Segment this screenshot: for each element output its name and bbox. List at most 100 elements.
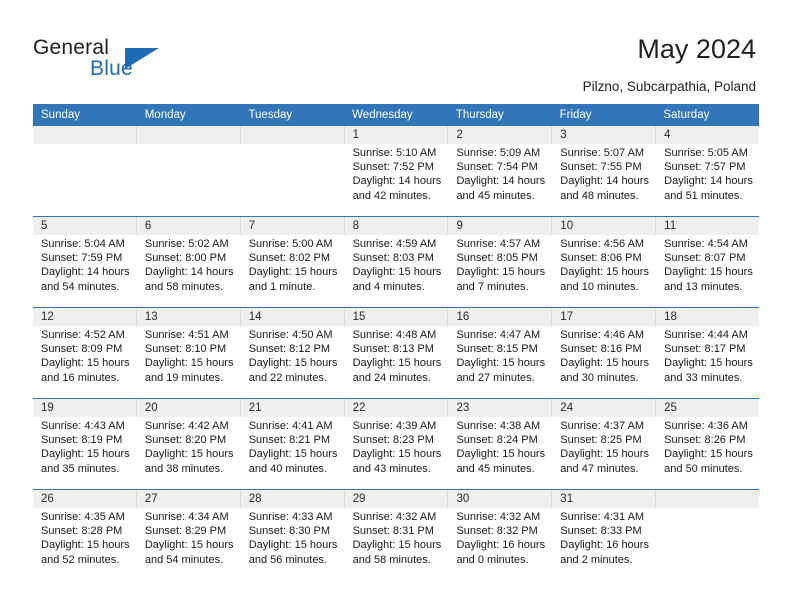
day-detail-line: and 40 minutes.	[248, 462, 327, 475]
day-number-28[interactable]: 28	[241, 490, 345, 508]
day-cell-8[interactable]: Sunrise: 4:59 AM Sunset: 8:03 PM Daylight:…	[345, 235, 449, 307]
day-cell-23[interactable]: Sunrise: 4:38 AM Sunset: 8:24 PM Daylight:…	[448, 417, 553, 489]
day-detail-line: and 2 minutes.	[560, 553, 633, 566]
day-cell-4[interactable]: Sunrise: 5:05 AM Sunset: 7:57 PM Daylight:…	[656, 144, 759, 216]
day-detail-line: and 54 minutes.	[41, 280, 120, 293]
day-number-23[interactable]: 23	[448, 399, 553, 417]
day-number-1[interactable]: 1	[345, 126, 449, 144]
day-detail-line: Daylight: 15 hours	[560, 448, 649, 461]
day-cell-17[interactable]: Sunrise: 4:46 AM Sunset: 8:16 PM Daylight:…	[552, 326, 657, 398]
day-cell-12[interactable]: Sunrise: 4:52 AM Sunset: 8:09 PM Daylight:…	[33, 326, 137, 398]
day-number-18[interactable]: 18	[656, 308, 759, 326]
day-cell-19[interactable]: Sunrise: 4:43 AM Sunset: 8:19 PM Daylight:…	[33, 417, 137, 489]
day-number-20[interactable]: 20	[137, 399, 241, 417]
day-cell-30[interactable]: Sunrise: 4:32 AM Sunset: 8:32 PM Daylight:…	[448, 508, 553, 580]
day-detail-line: and 10 minutes.	[560, 280, 639, 293]
day-cell-6[interactable]: Sunrise: 5:02 AM Sunset: 8:00 PM Daylight:…	[137, 235, 241, 307]
day-cell-2[interactable]: Sunrise: 5:09 AM Sunset: 7:54 PM Daylight:…	[448, 144, 553, 216]
day-cell-29[interactable]: Sunrise: 4:32 AM Sunset: 8:31 PM Daylight:…	[345, 508, 449, 580]
day-detail-line: Sunrise: 4:52 AM	[41, 329, 125, 341]
day-detail-line: and 30 minutes.	[560, 371, 639, 384]
weekday-header-tuesday: Tuesday	[248, 109, 293, 121]
day-number-11[interactable]: 11	[656, 217, 759, 235]
day-number-26[interactable]: 26	[33, 490, 137, 508]
day-number-25[interactable]: 25	[656, 399, 759, 417]
day-number-24[interactable]: 24	[552, 399, 657, 417]
day-detail-line: and 0 minutes.	[456, 553, 529, 566]
day-number-9[interactable]: 9	[448, 217, 553, 235]
day-cell-5[interactable]: Sunrise: 5:04 AM Sunset: 7:59 PM Daylight:…	[33, 235, 137, 307]
day-number-empty	[656, 490, 759, 508]
day-detail-line: Daylight: 15 hours	[352, 539, 442, 552]
day-detail-line: Sunset: 8:16 PM	[560, 343, 642, 356]
day-cell-26[interactable]: Sunrise: 4:35 AM Sunset: 8:28 PM Daylight:…	[33, 508, 137, 580]
day-detail-line: Daylight: 14 hours	[144, 266, 234, 279]
calendar-grid: Sunday Monday Tuesday Wednesday Thursday Frid…	[33, 104, 759, 580]
day-number-3[interactable]: 3	[552, 126, 657, 144]
day-detail-line: Sunset: 8:21 PM	[248, 434, 331, 447]
day-detail-line: Sunset: 7:54 PM	[456, 161, 538, 174]
day-number-10[interactable]: 10	[552, 217, 657, 235]
day-cell-9[interactable]: Sunrise: 4:57 AM Sunset: 8:05 PM Daylight:…	[448, 235, 553, 307]
day-cell-14[interactable]: Sunrise: 4:50 AM Sunset: 8:12 PM Daylight:…	[241, 326, 345, 398]
day-cell-16[interactable]: Sunrise: 4:47 AM Sunset: 8:15 PM Daylight:…	[448, 326, 553, 398]
day-detail-line: Sunrise: 4:38 AM	[456, 420, 541, 432]
day-cell-22[interactable]: Sunrise: 4:39 AM Sunset: 8:23 PM Daylight:…	[345, 417, 449, 489]
day-cell-7[interactable]: Sunrise: 5:00 AM Sunset: 8:02 PM Daylight:…	[241, 235, 345, 307]
day-number-15[interactable]: 15	[345, 308, 449, 326]
day-number-17[interactable]: 17	[552, 308, 657, 326]
week-detail-band: Sunrise: 5:04 AM Sunset: 7:59 PM Daylight:…	[33, 235, 759, 307]
day-number-14[interactable]: 14	[241, 308, 345, 326]
day-number-19[interactable]: 19	[33, 399, 137, 417]
day-cell-11[interactable]: Sunrise: 4:54 AM Sunset: 8:07 PM Daylight:…	[656, 235, 759, 307]
calendar-week-row: 19 20 21 22 23 24 25 Sunrise: 4:43 AM Sunset: 8:…	[33, 398, 759, 489]
day-detail-line: Daylight: 14 hours	[456, 175, 546, 188]
day-cell-15[interactable]: Sunrise: 4:48 AM Sunset: 8:13 PM Daylight:…	[345, 326, 449, 398]
day-detail-line: Sunrise: 4:36 AM	[664, 420, 748, 432]
day-cell-13[interactable]: Sunrise: 4:51 AM Sunset: 8:10 PM Daylight:…	[137, 326, 241, 398]
day-cell-10[interactable]: Sunrise: 4:56 AM Sunset: 8:06 PM Daylight:…	[552, 235, 657, 307]
day-detail-line: and 27 minutes.	[456, 371, 535, 384]
day-cell-18[interactable]: Sunrise: 4:44 AM Sunset: 8:17 PM Daylight:…	[656, 326, 759, 398]
day-cell-28[interactable]: Sunrise: 4:33 AM Sunset: 8:30 PM Daylight:…	[241, 508, 345, 580]
day-detail-line: and 35 minutes.	[41, 462, 120, 475]
day-number-31[interactable]: 31	[552, 490, 657, 508]
calendar-weeks: 1 2 3 4 Sunrise: 5:10 AM Sunset: 7:52 PM Dayli…	[33, 126, 759, 580]
day-cell-21[interactable]: Sunrise: 4:41 AM Sunset: 8:21 PM Daylight:…	[241, 417, 345, 489]
day-detail-line: Sunset: 8:06 PM	[560, 252, 642, 265]
day-detail-line: and 52 minutes.	[41, 553, 120, 566]
day-detail-line: Sunrise: 5:07 AM	[560, 147, 645, 159]
day-detail-line: Daylight: 15 hours	[560, 357, 649, 370]
general-blue-logo[interactable]: General Blue	[33, 36, 213, 86]
day-number-30[interactable]: 30	[448, 490, 553, 508]
day-number-22[interactable]: 22	[345, 399, 449, 417]
day-number-12[interactable]: 12	[33, 308, 137, 326]
day-cell-31[interactable]: Sunrise: 4:31 AM Sunset: 8:33 PM Daylight:…	[552, 508, 657, 580]
day-number-16[interactable]: 16	[448, 308, 553, 326]
day-number-8[interactable]: 8	[345, 217, 449, 235]
day-number-5[interactable]: 5	[33, 217, 137, 235]
day-detail-line: Sunrise: 4:33 AM	[248, 511, 333, 523]
day-number-21[interactable]: 21	[241, 399, 345, 417]
day-cell-20[interactable]: Sunrise: 4:42 AM Sunset: 8:20 PM Daylight:…	[137, 417, 241, 489]
day-cell-25[interactable]: Sunrise: 4:36 AM Sunset: 8:26 PM Daylight:…	[656, 417, 759, 489]
day-cell-24[interactable]: Sunrise: 4:37 AM Sunset: 8:25 PM Daylight:…	[552, 417, 657, 489]
day-cell-1[interactable]: Sunrise: 5:10 AM Sunset: 7:52 PM Daylight:…	[345, 144, 449, 216]
day-number-29[interactable]: 29	[345, 490, 449, 508]
day-number-27[interactable]: 27	[137, 490, 241, 508]
day-number-4[interactable]: 4	[656, 126, 759, 144]
day-cell-3[interactable]: Sunrise: 5:07 AM Sunset: 7:55 PM Daylight:…	[552, 144, 657, 216]
day-detail-line: and 7 minutes.	[456, 280, 529, 293]
day-detail-line: Sunrise: 4:56 AM	[560, 238, 645, 250]
day-cell-27[interactable]: Sunrise: 4:34 AM Sunset: 8:29 PM Daylight:…	[137, 508, 241, 580]
day-number-2[interactable]: 2	[448, 126, 553, 144]
calendar-week-row: 1 2 3 4 Sunrise: 5:10 AM Sunset: 7:52 PM Dayli…	[33, 126, 759, 216]
day-number-7[interactable]: 7	[241, 217, 345, 235]
day-number-6[interactable]: 6	[137, 217, 241, 235]
day-number-empty	[33, 126, 137, 144]
day-detail-line: and 1 minute.	[248, 280, 316, 293]
day-detail-line: Daylight: 15 hours	[41, 448, 130, 461]
day-number-13[interactable]: 13	[137, 308, 241, 326]
day-detail-line: Sunrise: 5:09 AM	[456, 147, 541, 159]
day-detail-line: Daylight: 15 hours	[248, 357, 338, 370]
